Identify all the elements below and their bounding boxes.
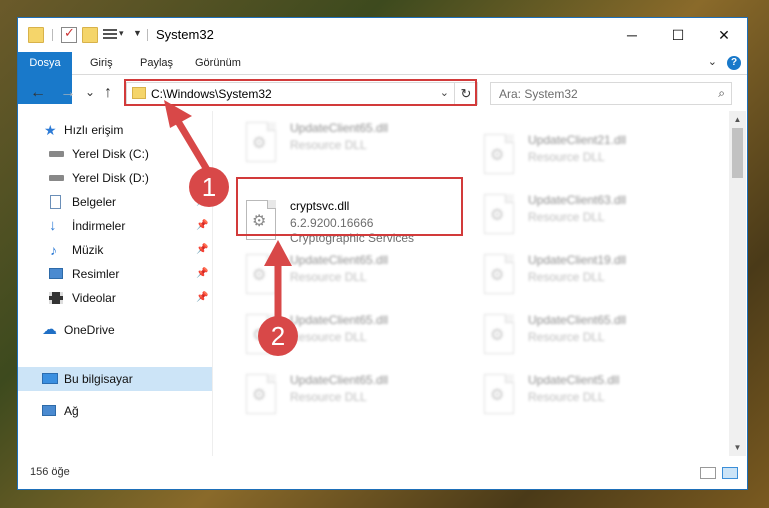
ribbon-tabs: Dosya Giriş Paylaş Görünüm ⌄ ?	[18, 52, 747, 104]
up-button[interactable]: ↑	[104, 84, 112, 102]
search-icon[interactable]: ⌕	[718, 86, 725, 101]
drive-icon	[49, 175, 64, 181]
address-path[interactable]: C:\Windows\System32	[151, 87, 272, 101]
details-view-icon[interactable]	[700, 467, 716, 479]
refresh-button[interactable]: ↻	[454, 83, 477, 104]
minimize-button[interactable]: ─	[609, 18, 655, 52]
pin-icon[interactable]: 📌	[196, 238, 208, 262]
drive-icon	[49, 151, 64, 157]
file-description: Cryptographic Services	[290, 231, 415, 245]
network-icon	[42, 405, 56, 416]
pin-icon[interactable]: 📌	[196, 262, 208, 286]
dll-file-icon	[246, 374, 276, 414]
large-icons-view-icon[interactable]	[722, 467, 738, 479]
properties-icon[interactable]	[103, 27, 117, 41]
properties-check-icon[interactable]	[61, 25, 77, 43]
file-list: UpdateClient65.dll Resource DLL cryptsvc…	[214, 111, 729, 456]
file-version: 6.2.9200.16666	[290, 216, 374, 230]
pin-icon[interactable]: 📌	[196, 214, 208, 238]
video-icon	[49, 292, 63, 304]
step-1-badge: 1	[189, 167, 229, 207]
navigation-bar: ← → ⌄ ↑ C:\Windows\System32 ⌄ ↻ Ara: Sys…	[18, 75, 747, 111]
forward-button[interactable]: →	[60, 84, 76, 102]
dll-file-icon	[484, 314, 514, 354]
file-name: cryptsvc.dll	[290, 199, 350, 213]
scroll-up-icon[interactable]: ▲	[729, 111, 746, 128]
chevron-down-icon[interactable]: ⌄	[440, 86, 449, 99]
sidebar-item-belgeler[interactable]: Belgeler 📌	[18, 190, 212, 214]
recent-locations-button[interactable]: ⌄	[85, 85, 95, 99]
search-placeholder[interactable]: Ara: System32	[499, 87, 578, 101]
computer-icon	[42, 373, 58, 384]
dll-file-icon	[484, 254, 514, 294]
chevron-down-icon[interactable]: ▾	[119, 28, 124, 39]
sidebar-item-videolar[interactable]: Videolar 📌	[18, 286, 212, 310]
dll-file-icon	[246, 254, 276, 294]
file-item-cryptsvc[interactable]: cryptsvc.dll 6.2.9200.16666 Cryptographi…	[238, 197, 468, 249]
cloud-icon: ☁	[42, 321, 57, 338]
customize-toolbar-icon[interactable]: ▼	[133, 28, 142, 38]
sidebar-item-local-disk-c[interactable]: Yerel Disk (C:)	[18, 142, 212, 166]
file-item[interactable]: UpdateClient21.dll Resource DLL	[476, 131, 706, 183]
download-icon: ↓	[49, 217, 57, 234]
step-2-badge: 2	[258, 316, 298, 356]
document-icon	[50, 195, 61, 209]
sidebar-item-onedrive[interactable]: ☁ OneDrive	[18, 318, 212, 342]
dll-file-icon	[484, 374, 514, 414]
sidebar-item-this-pc[interactable]: Bu bilgisayar	[18, 367, 212, 391]
pin-icon[interactable]: 📌	[196, 286, 208, 310]
back-button[interactable]: ←	[30, 84, 46, 102]
status-bar: 156 öğe	[18, 456, 747, 489]
tab-giris[interactable]: Giriş	[90, 52, 113, 74]
dll-file-icon	[246, 200, 276, 240]
file-item[interactable]: UpdateClient65.dll Resource DLL	[476, 311, 706, 363]
sidebar-item-muzik[interactable]: ♪ Müzik 📌	[18, 238, 212, 262]
expand-ribbon-icon[interactable]: ⌄	[708, 55, 717, 68]
separator	[147, 29, 148, 41]
file-item[interactable]: UpdateClient5.dll Resource DLL	[476, 371, 706, 423]
pictures-icon	[49, 268, 63, 279]
file-explorer-window: ▾ ▼ System32 ─ ☐ ✕ Dosya Giriş Paylaş Gö…	[17, 17, 748, 490]
sidebar-item-quick-access[interactable]: ★ Hızlı erişim	[18, 118, 212, 142]
address-bar[interactable]: C:\Windows\System32 ⌄ ↻	[126, 82, 478, 105]
new-folder-icon[interactable]	[82, 27, 98, 43]
item-count: 156 öğe	[30, 466, 70, 478]
tab-paylas[interactable]: Paylaş	[140, 52, 173, 74]
vertical-scrollbar[interactable]: ▲ ▼	[729, 111, 746, 456]
dll-file-icon	[484, 134, 514, 174]
separator	[52, 29, 53, 41]
folder-icon	[132, 87, 146, 99]
scroll-down-icon[interactable]: ▼	[729, 439, 746, 456]
music-icon: ♪	[50, 242, 57, 258]
window-title: System32	[156, 27, 214, 42]
scroll-thumb[interactable]	[732, 128, 743, 178]
dll-file-icon	[484, 194, 514, 234]
tab-gorunum[interactable]: Görünüm	[195, 52, 241, 74]
help-icon[interactable]: ?	[727, 56, 741, 70]
dll-file-icon	[246, 122, 276, 162]
file-item[interactable]: UpdateClient63.dll Resource DLL	[476, 191, 706, 243]
file-item[interactable]: UpdateClient65.dll Resource DLL	[238, 251, 468, 303]
close-button[interactable]: ✕	[701, 18, 747, 52]
navigation-pane: ★ Hızlı erişim Yerel Disk (C:) Yerel Dis…	[18, 111, 213, 456]
sidebar-item-local-disk-d[interactable]: Yerel Disk (D:)	[18, 166, 212, 190]
search-box[interactable]: Ara: System32 ⌕	[490, 82, 732, 105]
file-item[interactable]: UpdateClient65.dll Resource DLL	[238, 371, 468, 423]
star-icon: ★	[44, 122, 57, 138]
file-item[interactable]: UpdateClient19.dll Resource DLL	[476, 251, 706, 303]
sidebar-item-resimler[interactable]: Resimler 📌	[18, 262, 212, 286]
sidebar-item-network[interactable]: Ağ	[18, 399, 212, 423]
file-item[interactable]: UpdateClient65.dll Resource DLL	[238, 119, 468, 171]
folder-icon	[28, 27, 44, 43]
title-bar: ▾ ▼ System32 ─ ☐ ✕	[18, 18, 747, 52]
maximize-button[interactable]: ☐	[655, 18, 701, 52]
sidebar-item-indirmeler[interactable]: ↓ İndirmeler 📌	[18, 214, 212, 238]
